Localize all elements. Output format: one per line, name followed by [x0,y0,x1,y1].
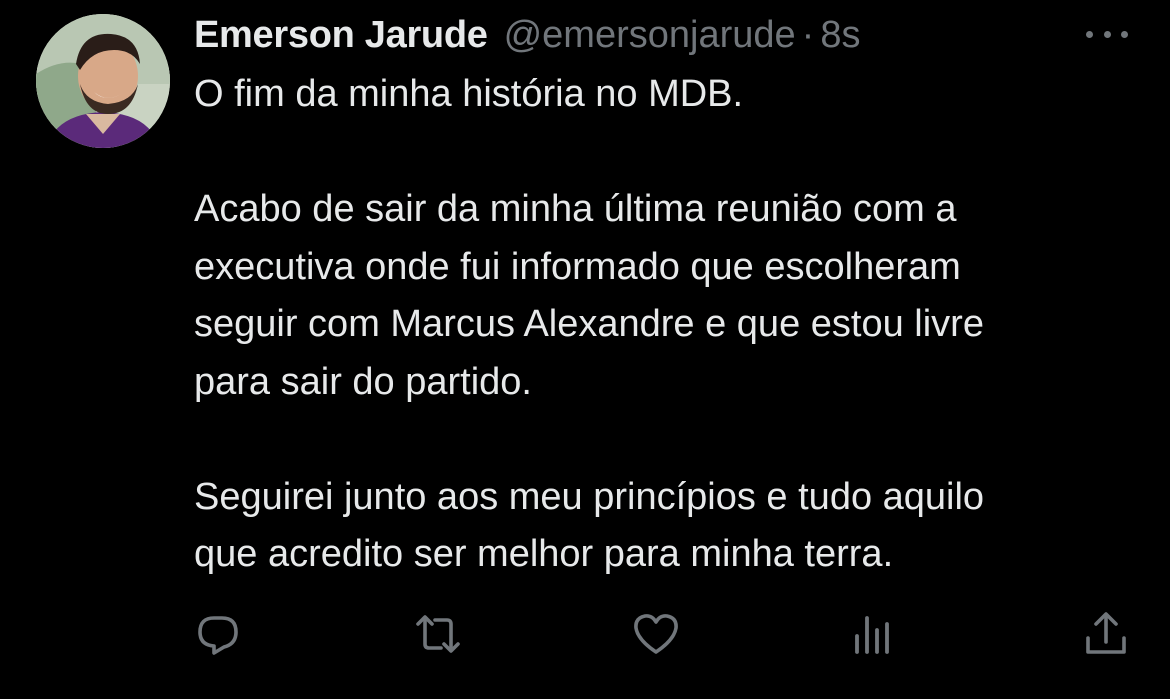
tweet-line: Seguirei junto aos meu princípios e tudo… [194,475,985,518]
tweet-line: que acredito ser melhor para minha terra… [194,533,894,575]
tweet-line: O fim da minha história no MDB. [194,73,744,115]
retweet-icon [416,615,460,653]
tweet[interactable]: Emerson Jarude @emersonjarude · 8s O fim… [0,0,1170,699]
avatar-image [36,14,170,148]
more-dot [1086,30,1093,38]
reply-icon [198,616,238,655]
more-dot [1103,30,1111,38]
like-button[interactable] [628,606,684,662]
tweet-line: para sair do partido. [194,360,532,403]
action-bar [0,606,1170,662]
author-handle[interactable]: @emersonjarude [504,12,796,58]
separator-dot: · [801,14,815,56]
views-icon [855,616,889,654]
tweet-line: Acabo de sair da minha última reunião co… [194,188,957,230]
tweet-header: Emerson Jarude @emersonjarude · 8s [194,12,860,58]
reply-button[interactable] [190,606,246,662]
avatar[interactable] [36,14,170,148]
tweet-line: seguir com Marcus Alexandre e que estou … [194,303,984,345]
tweet-timestamp[interactable]: 8s [820,12,860,58]
more-dot [1121,30,1128,38]
share-icon [1086,612,1126,654]
tweet-line: executiva onde fui informado que escolhe… [194,245,961,288]
tweet-text: O fim da minha história no MDB. Acabo de… [194,66,1154,584]
more-options-icon[interactable] [1082,20,1132,48]
share-button[interactable] [1078,606,1134,662]
like-icon [634,614,678,654]
author-name[interactable]: Emerson Jarude [194,12,488,58]
views-button[interactable] [844,606,900,662]
retweet-button[interactable] [410,606,466,662]
